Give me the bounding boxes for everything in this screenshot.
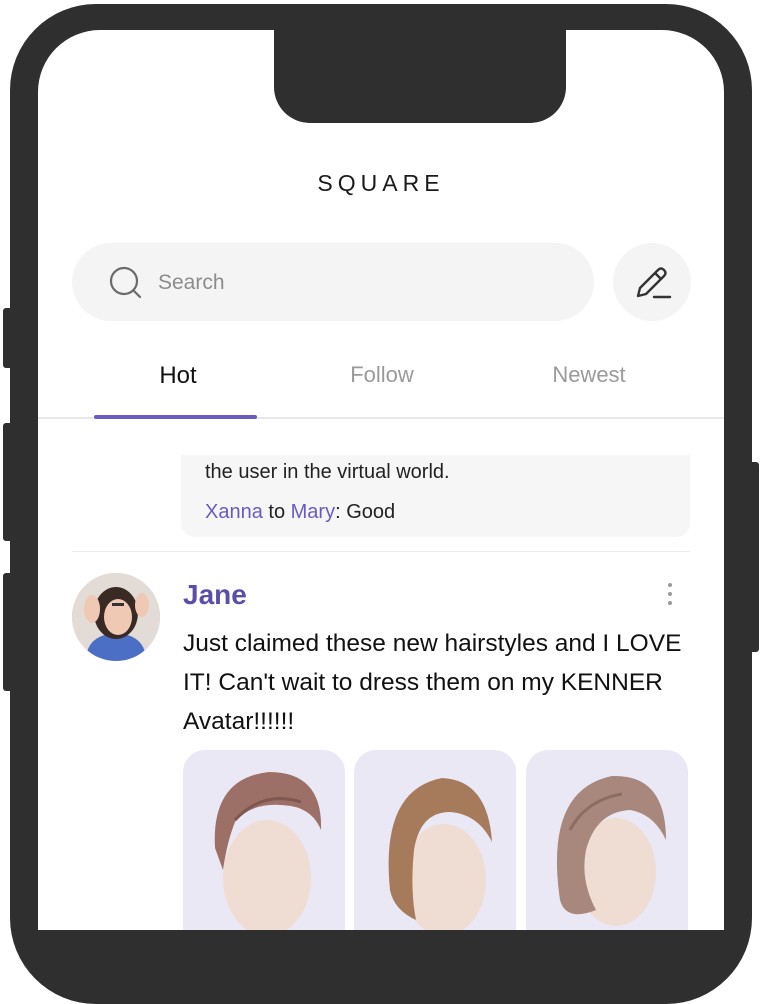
comment-connector: to [262,501,291,523]
phone-notch [274,30,566,123]
page-title: SQUARE [317,170,445,196]
previous-post-text: the user in the virtual world. [205,461,450,483]
compose-post-button[interactable] [613,243,691,321]
tab-hot[interactable]: Hot [98,362,258,390]
previous-post-card[interactable]: the user in the virtual world. Xanna to … [181,455,690,537]
post-image-hairstyle-1[interactable] [183,750,345,930]
app-screen: SQUARE Hot Follow Newest the user in the… [38,30,724,930]
pencil-icon [636,267,672,299]
active-tab-indicator [94,415,257,419]
more-options-icon[interactable] [662,583,678,613]
post-author-name[interactable]: Jane [183,579,247,611]
post-divider [72,551,690,552]
post-image-hairstyle-3[interactable] [526,750,688,930]
tab-follow[interactable]: Follow [302,362,462,388]
search-icon [108,265,144,306]
post-image-hairstyle-2[interactable] [354,750,516,930]
search-input[interactable] [156,263,540,303]
search-bar[interactable] [72,243,594,321]
comment-text: : Good [335,501,396,523]
comment-preview: Xanna to Mary: Good [205,501,395,524]
comment-author-link[interactable]: Xanna [205,501,263,523]
avatar[interactable] [72,573,160,661]
post-body-text: Just claimed these new hairstyles and I … [183,630,682,735]
comment-recipient-link[interactable]: Mary [291,501,335,523]
tab-newest[interactable]: Newest [509,362,669,388]
